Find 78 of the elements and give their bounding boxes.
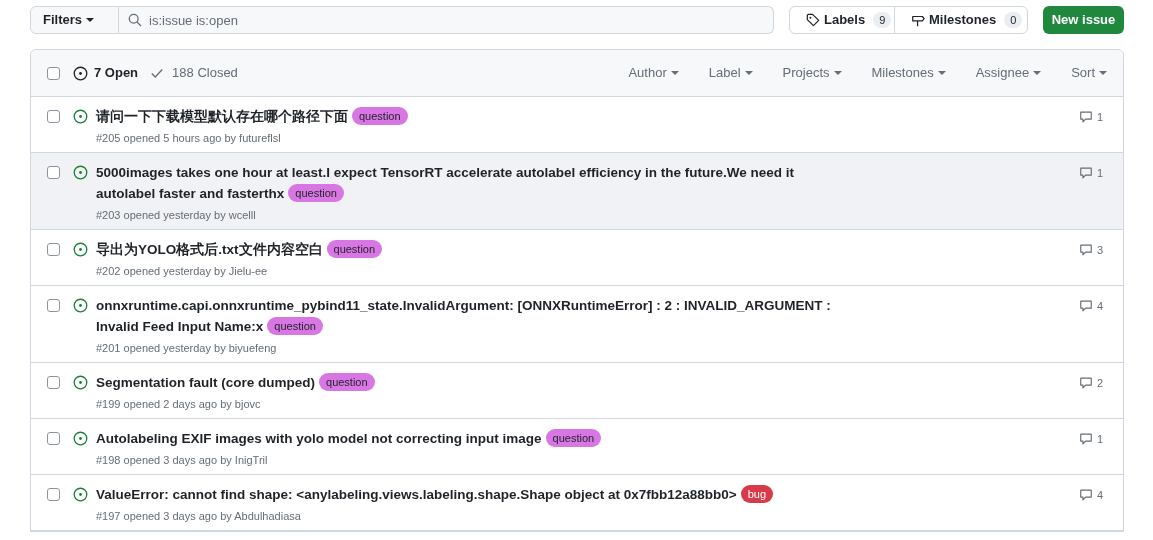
signpost-icon <box>911 13 925 27</box>
caret-icon <box>833 69 842 77</box>
issue-meta: #205 opened 5 hours ago by futureflsl <box>96 131 282 146</box>
issue-label[interactable]: question <box>352 107 408 125</box>
filter-dropdown[interactable]: Label <box>708 63 753 83</box>
issue-title-link[interactable]: onnxruntime.capi.onnxruntime_pybind11_state.InvalidArgument: [ONNXRuntimeError] : 2 : INVALID_ARGUMENT : Invalid Feed Input Name:x question <box>96 295 838 337</box>
caret-icon <box>670 69 679 77</box>
caret-icon <box>86 16 94 24</box>
checkbox[interactable] <box>47 376 60 389</box>
filter-dropdown[interactable]: Author <box>628 63 679 83</box>
open-issue-icon <box>73 431 88 446</box>
issue-label[interactable]: question <box>326 240 383 258</box>
open-issue-icon <box>73 109 88 124</box>
comment-icon <box>1078 432 1093 447</box>
checkbox[interactable] <box>47 66 60 80</box>
check-icon <box>150 66 165 80</box>
comment-count[interactable]: 1 <box>1078 162 1103 182</box>
checkbox[interactable] <box>47 299 60 312</box>
issue-title-link[interactable]: Segmentation fault (core dumped) question <box>96 372 838 393</box>
checkbox[interactable] <box>47 488 60 501</box>
issue-title-link[interactable]: Autolabeling EXIF images with yolo model not correcting input image question <box>96 428 838 449</box>
count-badge: 0 <box>1004 11 1023 29</box>
caret-icon <box>1099 69 1107 77</box>
caret-icon <box>744 69 753 77</box>
issue-title-link[interactable]: 导出为YOLO格式后.txt文件内容空白 question <box>96 239 838 260</box>
comment-icon <box>1078 110 1093 125</box>
comment-count[interactable]: 4 <box>1078 295 1103 315</box>
comment-icon <box>1078 488 1093 503</box>
comment-count[interactable]: 3 <box>1078 239 1103 259</box>
checkbox[interactable] <box>47 432 60 445</box>
open-issue-icon <box>73 298 88 313</box>
open-issue-icon <box>73 165 88 180</box>
checkbox[interactable] <box>47 166 60 179</box>
search-icon <box>128 13 142 27</box>
open-issue-icon <box>73 242 88 257</box>
new-issue-button[interactable]: New issue <box>1043 6 1124 34</box>
checkbox[interactable] <box>47 110 60 123</box>
issue-label[interactable]: question <box>319 373 375 391</box>
comment-icon <box>1078 299 1093 314</box>
filter-dropdown[interactable]: Assignee <box>975 63 1042 83</box>
labels-button[interactable]: Labels 9 <box>790 7 895 33</box>
filters-button[interactable]: Filters <box>30 6 119 34</box>
issue-meta: #198 opened 3 days ago by InigTril <box>96 453 269 468</box>
issue-title-link[interactable]: 5000images takes one hour at least.I expect TensorRT accelerate autolabel efficiency in the future.We need it autolabel faster and fasterthx question <box>96 162 838 204</box>
open-issue-icon <box>73 487 88 502</box>
issue-label[interactable]: question <box>288 184 344 202</box>
issue-meta: #201 opened yesterday by biyuefeng <box>96 341 278 356</box>
issue-title-link[interactable]: 请问一下下载模型默认存在哪个路径下面 question <box>96 106 838 127</box>
caret-icon <box>1033 69 1042 77</box>
comment-icon <box>1078 243 1093 258</box>
open-issue-icon <box>73 65 88 81</box>
comment-icon <box>1078 376 1093 391</box>
issue-title-link[interactable]: ValueError: cannot find shape: <anylabeling.views.labeling.shape.Shape object at 0x7fbb12a88bb0> bug <box>96 484 838 505</box>
open-issue-icon <box>73 375 88 390</box>
milestones-button[interactable]: Milestones 0 <box>895 7 1027 33</box>
issue-label[interactable]: question <box>545 429 602 447</box>
count-badge: 9 <box>873 11 892 29</box>
issue-meta: #202 opened yesterday by Jielu-ee <box>96 264 269 279</box>
search-field[interactable]: is:issue is:open <box>119 6 774 34</box>
checkbox[interactable] <box>47 243 60 256</box>
comment-icon <box>1078 166 1093 181</box>
issue-label[interactable]: bug <box>740 485 774 503</box>
issue-row[interactable]: 5000images takes one hour at least.I expect TensorRT accelerate autolabel efficiency in the future.We need it autolabel faster and fasterthx question #203 opened yesterday by wcelll 1 <box>31 153 1123 230</box>
issue-meta: #197 opened 3 days ago by Abdulhadiasa <box>96 509 302 524</box>
filter-dropdown[interactable]: Sort <box>1071 63 1107 83</box>
closed-tab[interactable]: 188 Closed <box>150 63 238 83</box>
comment-count[interactable]: 1 <box>1078 106 1103 126</box>
open-tab[interactable]: 7 Open <box>73 63 139 83</box>
filter-dropdown[interactable]: Projects <box>782 63 842 83</box>
comment-count[interactable]: 1 <box>1078 428 1103 448</box>
issue-meta: #199 opened 2 days ago by bjovc <box>96 397 262 412</box>
caret-icon <box>937 69 946 77</box>
comment-count[interactable]: 4 <box>1078 484 1103 504</box>
tag-icon <box>806 13 820 27</box>
issue-meta: #203 opened yesterday by wcelll <box>96 208 257 223</box>
comment-count[interactable]: 2 <box>1078 372 1103 392</box>
issue-label[interactable]: question <box>267 317 323 335</box>
filter-dropdown[interactable]: Milestones <box>871 63 946 83</box>
